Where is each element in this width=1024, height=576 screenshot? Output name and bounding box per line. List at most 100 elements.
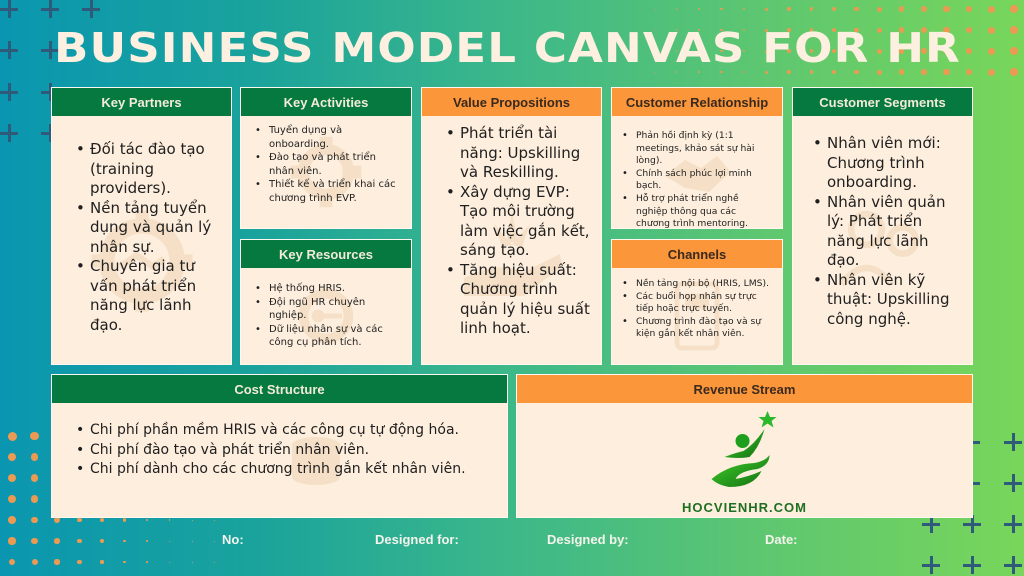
decorative-dot: [30, 453, 39, 461]
customer-relationship-item: Phản hồi định kỳ (1:1 meetings, khảo sát…: [620, 130, 772, 168]
decorative-dot: [31, 537, 38, 545]
decorative-dot: [8, 537, 16, 545]
key-resources-item: Dữ liệu nhân sự và các công cụ phân tích…: [253, 323, 401, 350]
decorative-dot: [214, 561, 215, 563]
decorative-dot: [169, 561, 170, 563]
decorative-dot: [77, 538, 82, 544]
decorative-dot: [146, 561, 148, 563]
revenue-stream-panel: Revenue Stream HOCVIENHR.COM: [516, 374, 973, 518]
decorative-dot: [854, 6, 859, 12]
person-reaching-star-icon: [711, 411, 777, 487]
decorative-dot: [31, 516, 38, 524]
cost-structure-item: Chi phí phần mềm HRIS và các công cụ tự …: [74, 421, 497, 441]
key-resources-panel: Key Resources Hệ thống HRIS. Đội ngũ HR …: [240, 239, 412, 365]
cost-structure-item: Chi phí đào tạo và phát triển nhân viên.: [74, 441, 497, 461]
decorative-dot: [123, 539, 126, 543]
decorative-dot: [191, 540, 193, 542]
cost-structure-item: Chi phí dành cho các chương trình gắn kế…: [74, 460, 497, 480]
value-propositions-header: Value Propositions: [422, 88, 601, 116]
footer-no-label: No:: [222, 532, 244, 547]
decorative-dot: [77, 559, 82, 565]
value-propositions-item: Xây dựng EVP: Tạo môi trường làm việc gắ…: [444, 183, 591, 261]
key-resources-item: Đội ngũ HR chuyên nghiệp.: [253, 296, 401, 323]
decorative-dot: [921, 6, 927, 12]
key-partners-panel: Key Partners Đối tác đào tạo (training p…: [51, 87, 232, 365]
channels-header: Channels: [612, 240, 782, 268]
key-activities-item: Đào tạo và phát triển nhân viên.: [253, 151, 401, 178]
decorative-dot: [30, 474, 39, 482]
decorative-dot: [54, 538, 60, 544]
decorative-dot: [988, 5, 995, 13]
key-resources-header: Key Resources: [241, 240, 411, 268]
footer-designed-for-label: Designed for:: [375, 532, 459, 547]
decorative-dot: [876, 6, 882, 12]
decorative-dot: [214, 519, 215, 521]
channels-item: Nền tảng nội bộ (HRIS, LMS).: [620, 278, 772, 291]
decorative-dot: [191, 561, 193, 563]
logo-text: HOCVIENHR.COM: [682, 500, 807, 515]
decorative-dot: [30, 431, 39, 441]
page-title: Business Model Canvas for HR: [54, 24, 961, 72]
value-propositions-item: Tăng hiệu suất: Chương trình quản lý hiệ…: [444, 261, 591, 339]
decorative-dot: [675, 8, 678, 10]
customer-segments-item: Nhân viên mới: Chương trình onboarding.: [811, 134, 962, 193]
footer-designed-by-label: Designed by:: [547, 532, 629, 547]
key-partners-item: Nền tảng tuyển dụng và quản lý nhân sự.: [74, 199, 221, 258]
decorative-dot: [809, 7, 814, 11]
cost-structure-header: Cost Structure: [52, 375, 507, 403]
customer-relationship-header: Customer Relationship: [612, 88, 782, 116]
customer-segments-item: Nhân viên kỹ thuật: Upskilling công nghệ…: [811, 271, 962, 330]
decorative-dot: [742, 7, 746, 11]
value-propositions-item: Phát triển tài năng: Upskilling và Reski…: [444, 124, 591, 183]
customer-segments-item: Nhân viên quản lý: Phát triển năng lực l…: [811, 193, 962, 271]
customer-relationship-panel: Customer Relationship Phản hồi định kỳ (…: [611, 87, 783, 229]
decorative-dot: [8, 558, 16, 566]
cost-structure-panel: Cost Structure Chi phí phần mềm HRIS và …: [51, 374, 508, 518]
decorative-dot: [653, 8, 655, 10]
decorative-dot: [145, 518, 149, 522]
customer-segments-header: Customer Segments: [793, 88, 972, 116]
channels-panel: Channels Nền tảng nội bộ (HRIS, LMS). Cá…: [611, 239, 783, 365]
decorative-dot: [7, 452, 17, 462]
key-activities-item: Tuyển dụng và onboarding.: [253, 124, 401, 151]
decorative-dot: [787, 7, 791, 11]
decorative-dot: [168, 519, 171, 521]
channels-item: Các buổi họp nhân sự trực tiếp hoặc trực…: [620, 291, 772, 316]
decorative-dot: [7, 473, 17, 483]
decorative-dot: [765, 7, 768, 11]
decorative-dot: [100, 539, 104, 543]
decorative-dot: [898, 6, 905, 12]
key-partners-header: Key Partners: [52, 88, 231, 116]
value-propositions-panel: Value Propositions Phát triển tài năng: …: [421, 87, 602, 365]
decorative-dot: [30, 495, 39, 503]
decorative-dot: [8, 516, 16, 524]
decorative-dot: [214, 540, 215, 542]
customer-segments-panel: Customer Segments Nhân viên mới: Chương …: [792, 87, 973, 365]
key-activities-panel: Key Activities Tuyển dụng và onboarding.…: [240, 87, 412, 229]
footer-date-label: Date:: [765, 532, 798, 547]
key-partners-item: Đối tác đào tạo (training providers).: [74, 140, 221, 199]
channels-item: Chương trình đào tạo và sự kiện gắn kết …: [620, 316, 772, 341]
key-activities-item: Thiết kế và triển khai các chương trình …: [253, 178, 401, 205]
key-partners-item: Chuyên gia tư vấn phát triển năng lực lã…: [74, 257, 221, 335]
decorative-dot: [720, 7, 723, 11]
customer-relationship-item: Hỗ trợ phát triển nghề nghiệp thông qua …: [620, 193, 772, 231]
hocvienhr-logo: HOCVIENHR.COM: [682, 409, 807, 515]
key-activities-header: Key Activities: [241, 88, 411, 116]
decorative-dot: [169, 540, 170, 542]
decorative-dot: [698, 8, 700, 10]
decorative-dot: [54, 559, 60, 565]
customer-relationship-item: Chính sách phúc lợi minh bạch.: [620, 168, 772, 193]
decorative-dot: [965, 5, 973, 13]
decorative-dot: [8, 495, 16, 503]
revenue-stream-header: Revenue Stream: [517, 375, 972, 403]
decorative-dot: [146, 540, 148, 542]
decorative-dot: [831, 6, 837, 12]
decorative-dot: [123, 560, 126, 564]
decorative-dot: [31, 559, 38, 565]
decorative-dot: [1010, 5, 1018, 13]
key-resources-item: Hệ thống HRIS.: [253, 282, 401, 296]
decorative-dot: [943, 5, 950, 13]
decorative-dot: [100, 560, 104, 564]
decorative-dot: [7, 431, 17, 441]
